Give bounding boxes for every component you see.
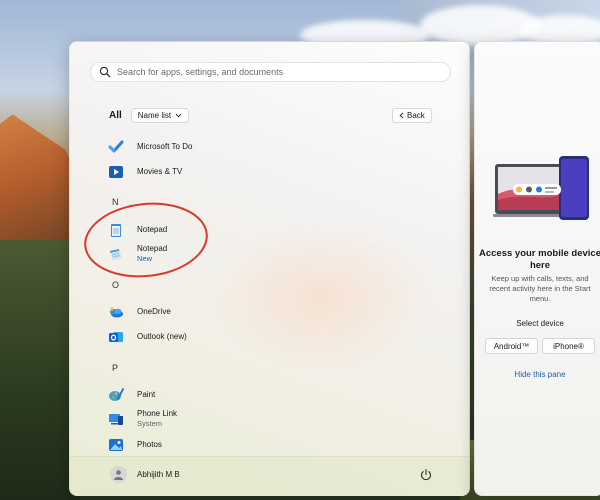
android-button[interactable]: Android™ xyxy=(485,338,538,354)
user-account-button[interactable]: Abhijith M B xyxy=(110,466,180,483)
chevron-down-icon xyxy=(175,113,182,118)
section-letter-o[interactable]: O xyxy=(112,280,119,290)
app-name: OneDrive xyxy=(137,307,171,316)
start-footer: Abhijith M B xyxy=(70,456,469,495)
app-name: Movies & TV xyxy=(137,167,183,176)
chevron-left-icon xyxy=(399,112,404,119)
start-menu: All Name list Back Microsoft To Do xyxy=(69,41,470,496)
search-box[interactable] xyxy=(90,62,451,82)
back-button[interactable]: Back xyxy=(392,108,432,123)
movies-tv-icon xyxy=(108,164,124,180)
app-item-phone-link[interactable]: Phone Link System xyxy=(108,409,177,429)
app-name: Outlook (new) xyxy=(137,332,187,341)
pane-title: Access your mobile device here xyxy=(479,248,600,271)
app-item-microsoft-to-do[interactable]: Microsoft To Do xyxy=(108,139,192,155)
hide-pane-link[interactable]: Hide this pane xyxy=(475,370,600,379)
photos-icon xyxy=(108,437,124,453)
app-subtitle: System xyxy=(137,419,163,428)
phone-link-icon xyxy=(108,411,124,427)
user-name: Abhijith M B xyxy=(137,470,180,479)
all-apps-header: All Name list xyxy=(109,108,190,123)
select-device-label: Select device xyxy=(516,319,564,328)
iphone-button[interactable]: iPhone® xyxy=(542,338,595,354)
section-letter-n[interactable]: N xyxy=(112,197,119,207)
wallpaper-forest xyxy=(0,240,80,500)
outlook-icon xyxy=(108,329,124,345)
power-icon[interactable] xyxy=(419,468,433,482)
app-item-movies-tv[interactable]: Movies & TV xyxy=(108,164,182,180)
view-mode-label: Name list xyxy=(137,111,172,120)
all-apps-label: All xyxy=(109,110,122,121)
section-letter-p[interactable]: P xyxy=(112,363,118,373)
app-item-outlook[interactable]: Outlook (new) xyxy=(108,329,187,345)
pane-description: Keep up with calls, texts, and recent ac… xyxy=(489,274,591,303)
app-name: Photos xyxy=(137,440,162,449)
phone-laptop-illustration-icon xyxy=(493,156,589,220)
onedrive-cloud-icon xyxy=(108,304,124,320)
app-text: Phone Link System xyxy=(137,409,177,429)
todo-checkmark-icon xyxy=(108,139,124,155)
mobile-device-pane: Access your mobile device here Keep up w… xyxy=(474,41,600,496)
app-name: Paint xyxy=(137,390,156,399)
view-mode-dropdown[interactable]: Name list xyxy=(130,108,190,123)
user-avatar-icon xyxy=(110,466,127,483)
app-name: Phone Link xyxy=(137,409,178,418)
app-name: Microsoft To Do xyxy=(137,142,193,151)
search-input[interactable] xyxy=(117,67,437,77)
app-item-photos[interactable]: Photos xyxy=(108,437,162,453)
annotation-circle xyxy=(80,196,212,284)
app-item-onedrive[interactable]: OneDrive xyxy=(108,304,171,320)
search-icon xyxy=(99,66,111,78)
app-item-paint[interactable]: Paint xyxy=(108,387,155,403)
paint-icon xyxy=(108,387,124,403)
back-button-label: Back xyxy=(407,111,425,120)
